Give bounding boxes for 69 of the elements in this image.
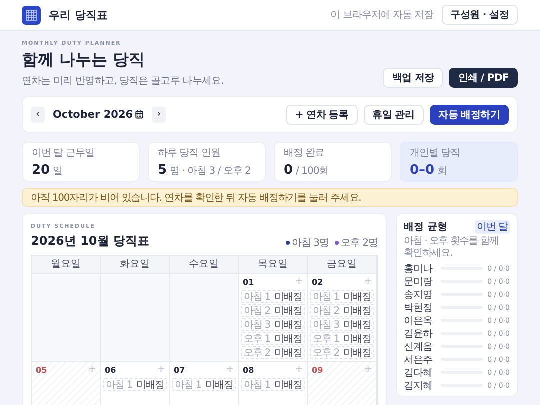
action-button[interactable]: 휴일 관리 xyxy=(364,104,424,124)
duty-slot[interactable]: 아침 1 미배정 xyxy=(172,378,236,391)
weekday-header: 금요일 xyxy=(308,256,377,274)
duty-slot[interactable]: 오후 1 미배정 xyxy=(241,332,305,345)
member-name: 송지영 xyxy=(404,288,434,302)
calendar-grid-logo-icon xyxy=(22,6,41,24)
duty-slot[interactable]: 오후 2 미배정 xyxy=(310,346,374,359)
stat-value: 0 xyxy=(284,163,294,178)
app-title: 우리 당직표 xyxy=(49,8,109,22)
day-number: 09 xyxy=(312,366,324,375)
legend-label: 오후 2명 xyxy=(340,237,378,250)
member-name: 신계음 xyxy=(404,340,434,354)
weekday-header: 월요일 xyxy=(32,256,101,274)
stat-label: 개인별 당직 xyxy=(410,148,462,160)
members-settings-button[interactable]: 구성원 · 설정 xyxy=(442,5,518,25)
stat-value: 20 xyxy=(32,163,50,178)
member-name: 서은주 xyxy=(404,354,434,366)
weekday-header: 수요일 xyxy=(170,256,239,274)
duty-slot[interactable]: 아침 1 미배정 xyxy=(241,378,305,391)
day-number: 02 xyxy=(312,278,324,287)
stat-value: 5 xyxy=(158,163,168,178)
member-name: 홍미나 xyxy=(404,262,434,276)
duty-slot[interactable]: 오후 2 미배정 xyxy=(241,346,305,359)
notice-banner: 아직 100자리가 비어 있습니다. 연차를 확인한 뒤 자동 배정하기를 눌러 주세요. xyxy=(22,188,518,207)
duty-slot[interactable]: 아침 1 미배정 xyxy=(103,378,167,391)
legend-label: 아침 3명 xyxy=(292,237,329,250)
day-number: 06 xyxy=(105,366,116,375)
month-label: October 2026 xyxy=(53,108,134,120)
balance-subtitle: 아침 · 오후 횟수를 함께 확인하세요. xyxy=(404,236,500,260)
calendar-icon xyxy=(135,110,144,119)
member-name: 김지혜 xyxy=(404,380,434,392)
period-badge: 이번 달 xyxy=(474,220,510,234)
stat-label: 이번 달 근무일 xyxy=(32,148,96,160)
member-name: 문미랑 xyxy=(404,276,434,288)
backup-button[interactable]: 백업 저장 xyxy=(383,68,444,88)
weekday-header: 목요일 xyxy=(239,256,308,274)
stat-label: 배정 완료 xyxy=(284,148,326,160)
stat-unit: / 100회 xyxy=(296,165,329,178)
auto-assign-button[interactable]: 자동 배정하기 xyxy=(430,104,509,124)
member-name: 김윤하 xyxy=(404,328,434,340)
member-name: 이은옥 xyxy=(404,314,434,328)
page-title: 함께 나누는 당직 xyxy=(22,50,146,71)
day-number: 08 xyxy=(243,366,254,375)
schedule-title: 2026년 10월 당직표 xyxy=(31,233,150,250)
stat-unit: 회 xyxy=(438,165,448,178)
stat-unit: 일 xyxy=(53,165,63,178)
next-month-button[interactable]: › xyxy=(152,106,166,122)
duty-slot[interactable]: 오후 1 미배정 xyxy=(310,332,374,345)
day-number: 07 xyxy=(174,366,186,375)
stat-value: 0–0 xyxy=(410,163,435,178)
weekday-header: 화요일 xyxy=(101,256,170,274)
stat-unit: 명 · 아침 3 / 오후 2 xyxy=(170,165,251,178)
duty-slot[interactable]: 아침 1 미배정 xyxy=(241,290,305,303)
day-number: 01 xyxy=(243,278,254,287)
previous-month-button[interactable]: ‹ xyxy=(31,106,45,122)
duty-slot[interactable]: 아침 1 미배정 xyxy=(310,290,374,303)
day-number: 05 xyxy=(36,366,48,375)
duty-slot[interactable]: 아침 3 미배정 xyxy=(310,318,374,331)
autosave-note: 이 브라우저에 자동 저장 xyxy=(330,9,434,22)
balance-title: 배정 균형 xyxy=(404,221,448,234)
page-subtitle: 연차는 미리 반영하고, 당직은 골고루 나누세요. xyxy=(22,75,224,88)
duty-slot[interactable]: 아침 2 미배정 xyxy=(310,304,374,317)
duty-slot[interactable]: 아침 3 미배정 xyxy=(241,318,305,331)
stat-label: 하루 당직 인원 xyxy=(158,148,222,160)
print-button[interactable]: 인쇄 / PDF xyxy=(449,68,518,88)
member-name: 김다혜 xyxy=(404,366,434,380)
member-name: 박현정 xyxy=(404,302,434,314)
duty-slot[interactable]: 아침 2 미배정 xyxy=(241,304,305,317)
action-button[interactable]: + 연차 등록 xyxy=(286,104,358,124)
